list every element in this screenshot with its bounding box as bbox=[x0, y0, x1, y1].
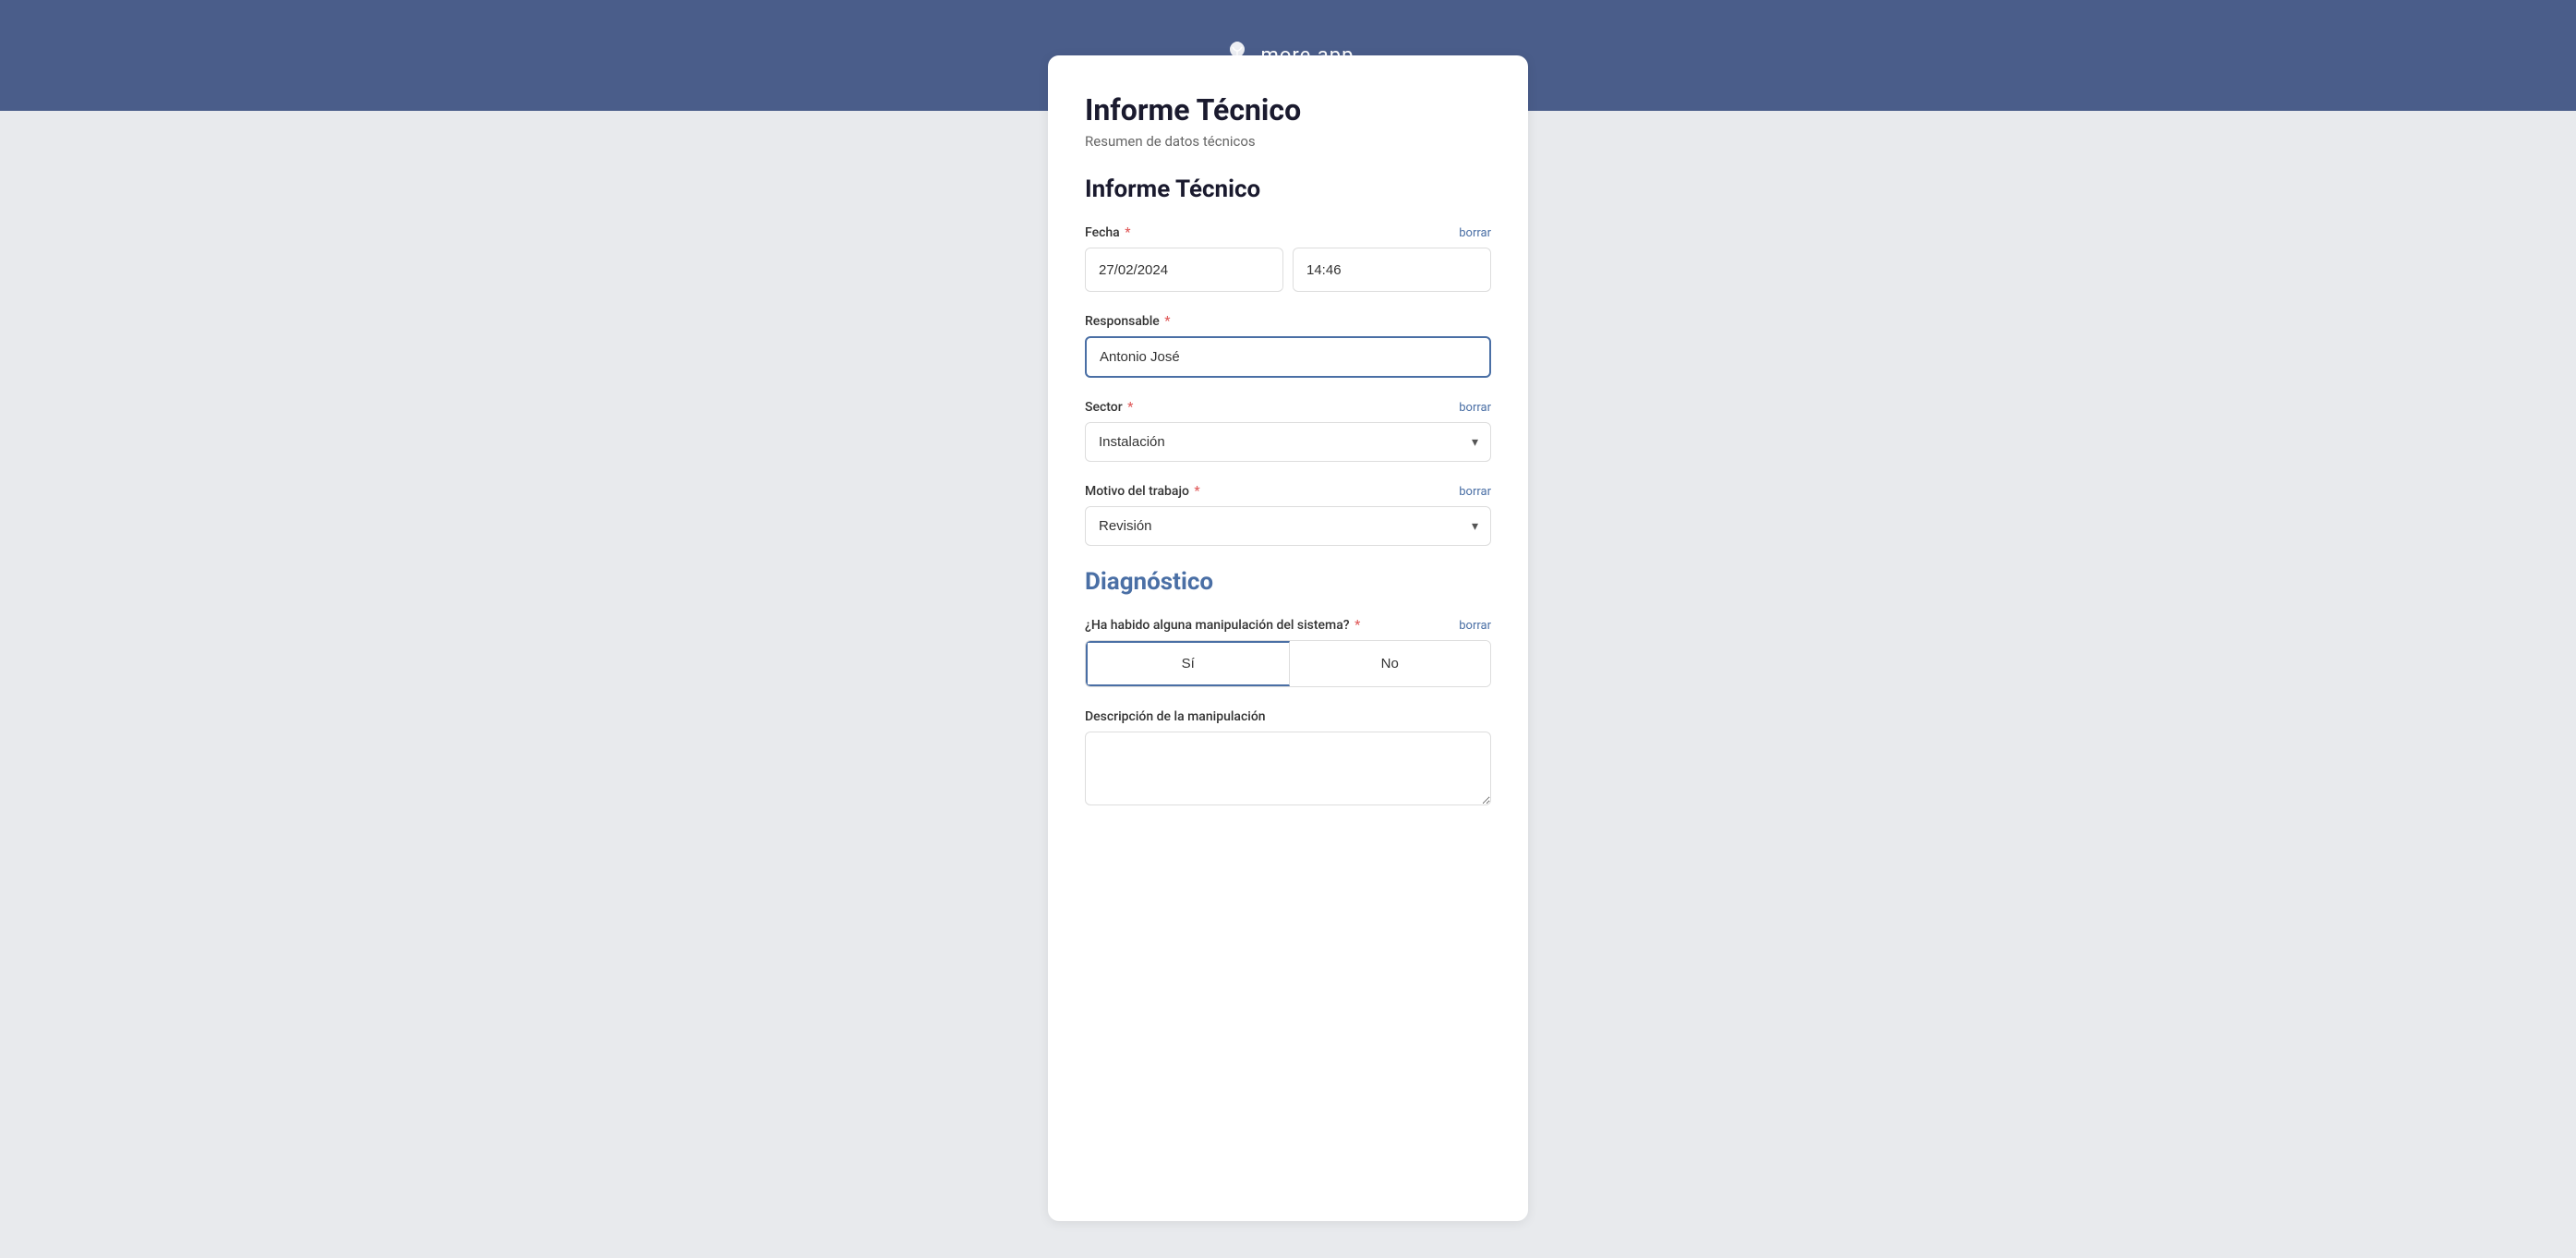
date-input[interactable] bbox=[1086, 251, 1283, 289]
manipulacion-borrar[interactable]: borrar bbox=[1459, 619, 1491, 633]
motivo-select-wrapper: Revisión Instalación Avería ▾ bbox=[1085, 506, 1491, 546]
motivo-group: Motivo del trabajo * borrar Revisión Ins… bbox=[1085, 484, 1491, 546]
fecha-borrar[interactable]: borrar bbox=[1459, 226, 1491, 240]
page-wrapper: Informe Técnico Resumen de datos técnico… bbox=[0, 111, 2576, 1258]
manipulacion-group: ¿Ha habido alguna manipulación del siste… bbox=[1085, 618, 1491, 687]
descripcion-label: Descripción de la manipulación bbox=[1085, 709, 1266, 724]
sector-select[interactable]: Instalación Mantenimiento Reparación bbox=[1085, 422, 1491, 462]
section1-title: Informe Técnico bbox=[1085, 175, 1491, 203]
manipulacion-label-row: ¿Ha habido alguna manipulación del siste… bbox=[1085, 618, 1491, 633]
time-field bbox=[1293, 248, 1491, 292]
sector-label: Sector * bbox=[1085, 400, 1133, 415]
card-title: Informe Técnico bbox=[1085, 92, 1491, 127]
fecha-label: Fecha * bbox=[1085, 225, 1130, 240]
diagnostico-section: Diagnóstico ¿Ha habido alguna manipulaci… bbox=[1085, 568, 1491, 809]
sector-group: Sector * borrar Instalación Mantenimient… bbox=[1085, 400, 1491, 462]
manipulacion-radio-group: Sí No bbox=[1085, 640, 1491, 687]
sector-select-wrapper: Instalación Mantenimiento Reparación ▾ bbox=[1085, 422, 1491, 462]
motivo-label-row: Motivo del trabajo * borrar bbox=[1085, 484, 1491, 499]
responsable-input[interactable] bbox=[1085, 336, 1491, 378]
time-input[interactable] bbox=[1294, 251, 1491, 289]
no-button[interactable]: No bbox=[1290, 641, 1491, 686]
fecha-group: Fecha * borrar bbox=[1085, 225, 1491, 292]
si-button[interactable]: Sí bbox=[1086, 641, 1290, 686]
responsable-label-row: Responsable * bbox=[1085, 314, 1491, 329]
motivo-borrar[interactable]: borrar bbox=[1459, 485, 1491, 499]
datetime-row bbox=[1085, 248, 1491, 292]
section2-title: Diagnóstico bbox=[1085, 568, 1491, 596]
date-field bbox=[1085, 248, 1283, 292]
fecha-label-row: Fecha * borrar bbox=[1085, 225, 1491, 240]
manipulacion-label: ¿Ha habido alguna manipulación del siste… bbox=[1085, 618, 1360, 633]
motivo-label: Motivo del trabajo * bbox=[1085, 484, 1200, 499]
descripcion-label-row: Descripción de la manipulación bbox=[1085, 709, 1491, 724]
card-subtitle: Resumen de datos técnicos bbox=[1085, 133, 1491, 150]
responsable-group: Responsable * bbox=[1085, 314, 1491, 378]
sector-label-row: Sector * borrar bbox=[1085, 400, 1491, 415]
sector-borrar[interactable]: borrar bbox=[1459, 401, 1491, 415]
descripcion-textarea[interactable] bbox=[1085, 732, 1491, 805]
form-card: Informe Técnico Resumen de datos técnico… bbox=[1048, 55, 1528, 1221]
motivo-select[interactable]: Revisión Instalación Avería bbox=[1085, 506, 1491, 546]
responsable-label: Responsable * bbox=[1085, 314, 1171, 329]
descripcion-group: Descripción de la manipulación bbox=[1085, 709, 1491, 809]
